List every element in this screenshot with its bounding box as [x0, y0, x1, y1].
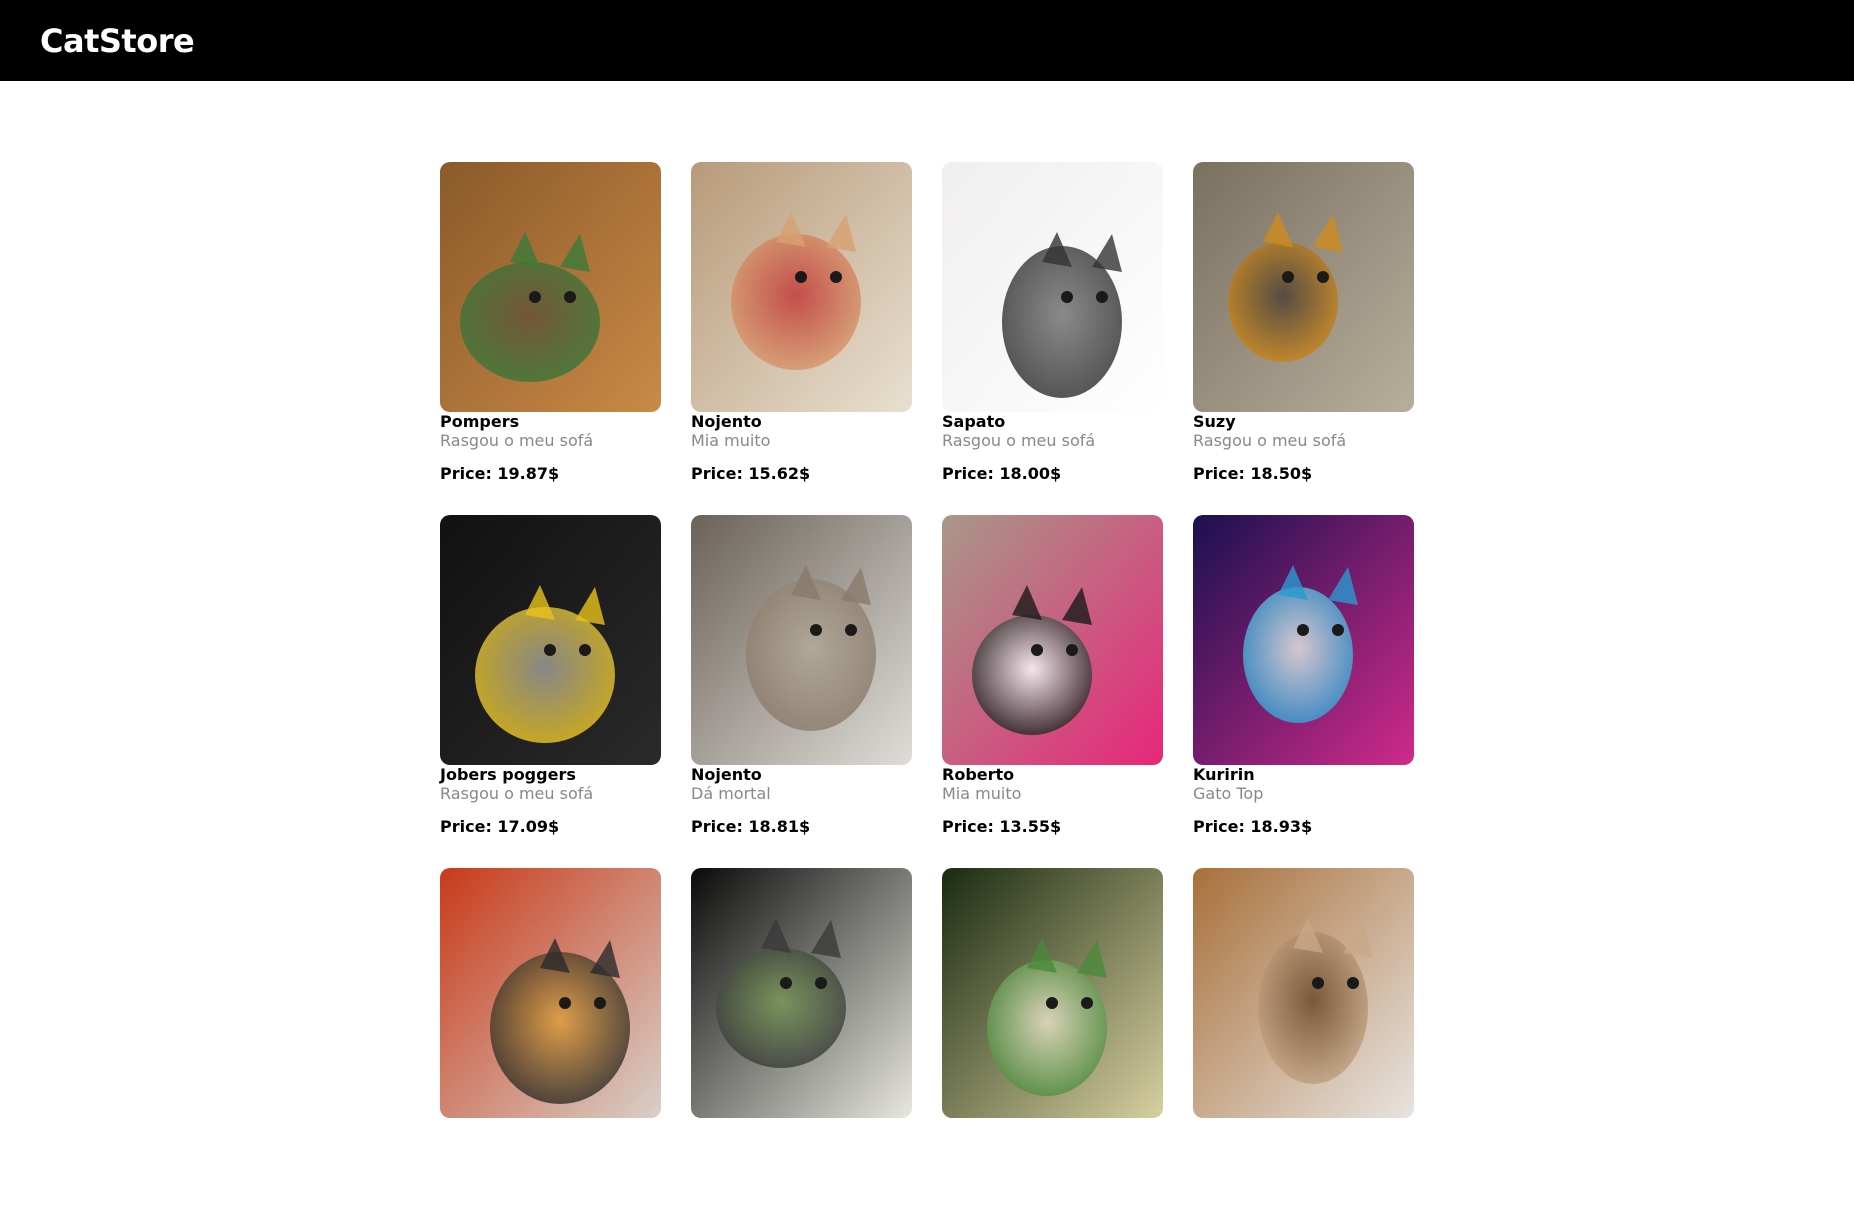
- product-price: Price: 13.55$: [942, 817, 1062, 836]
- product-name: Pompers: [440, 412, 520, 431]
- cat-photo-image[interactable]: [691, 868, 912, 1118]
- cat-photo-image[interactable]: [440, 868, 661, 1118]
- cat-photo-image[interactable]: [440, 162, 661, 412]
- cat-photo-image[interactable]: [942, 868, 1163, 1118]
- product-price: Price: 18.93$: [1193, 817, 1313, 836]
- product-name: Nojento: [691, 412, 762, 431]
- top-navbar: CatStore: [0, 0, 1854, 81]
- product-description: Rasgou o meu sofá: [440, 784, 594, 803]
- product-name: Kuririn: [1193, 765, 1255, 784]
- product-card[interactable]: [440, 868, 661, 1221]
- product-price: Price: 18.81$: [691, 817, 811, 836]
- product-price: Price: 17.09$: [440, 817, 560, 836]
- product-description: Rasgou o meu sofá: [942, 431, 1096, 450]
- cat-photo-image[interactable]: [942, 515, 1163, 765]
- product-card[interactable]: Suzy Rasgou o meu sofá Price: 18.50$: [1193, 162, 1414, 515]
- product-price: Price: 18.50$: [1193, 464, 1313, 483]
- cat-photo-image[interactable]: [942, 162, 1163, 412]
- product-description: Mia muito: [691, 431, 771, 450]
- product-card[interactable]: [1193, 868, 1414, 1221]
- brand-logo[interactable]: CatStore: [40, 22, 195, 60]
- cat-photo-image[interactable]: [691, 162, 912, 412]
- product-price: Price: 15.62$: [691, 464, 811, 483]
- cat-photo-image[interactable]: [691, 515, 912, 765]
- product-card[interactable]: [942, 868, 1163, 1221]
- cat-photo-image[interactable]: [1193, 868, 1414, 1118]
- cat-photo-image[interactable]: [1193, 515, 1414, 765]
- product-card[interactable]: [691, 868, 912, 1221]
- product-description: Rasgou o meu sofá: [1193, 431, 1347, 450]
- product-card[interactable]: Jobers poggers Rasgou o meu sofá Price: …: [440, 515, 661, 868]
- product-description: Gato Top: [1193, 784, 1264, 803]
- product-card[interactable]: Nojento Mia muito Price: 15.62$: [691, 162, 912, 515]
- product-name: Jobers poggers: [440, 765, 576, 784]
- product-name: Suzy: [1193, 412, 1236, 431]
- product-price: Price: 18.00$: [942, 464, 1062, 483]
- product-name: Nojento: [691, 765, 762, 784]
- product-name: Sapato: [942, 412, 1006, 431]
- product-description: Mia muito: [942, 784, 1022, 803]
- product-description: Rasgou o meu sofá: [440, 431, 594, 450]
- cat-photo-image[interactable]: [1193, 162, 1414, 412]
- cat-photo-image[interactable]: [440, 515, 661, 765]
- product-name: Roberto: [942, 765, 1015, 784]
- product-price: Price: 19.87$: [440, 464, 560, 483]
- product-card[interactable]: Nojento Dá mortal Price: 18.81$: [691, 515, 912, 868]
- product-card[interactable]: Sapato Rasgou o meu sofá Price: 18.00$: [942, 162, 1163, 515]
- product-grid: Pompers Rasgou o meu sofá Price: 19.87$: [440, 162, 1414, 1221]
- product-card[interactable]: Kuririn Gato Top Price: 18.93$: [1193, 515, 1414, 868]
- product-description: Dá mortal: [691, 784, 771, 803]
- product-card[interactable]: Roberto Mia muito Price: 13.55$: [942, 515, 1163, 868]
- product-card[interactable]: Pompers Rasgou o meu sofá Price: 19.87$: [440, 162, 661, 515]
